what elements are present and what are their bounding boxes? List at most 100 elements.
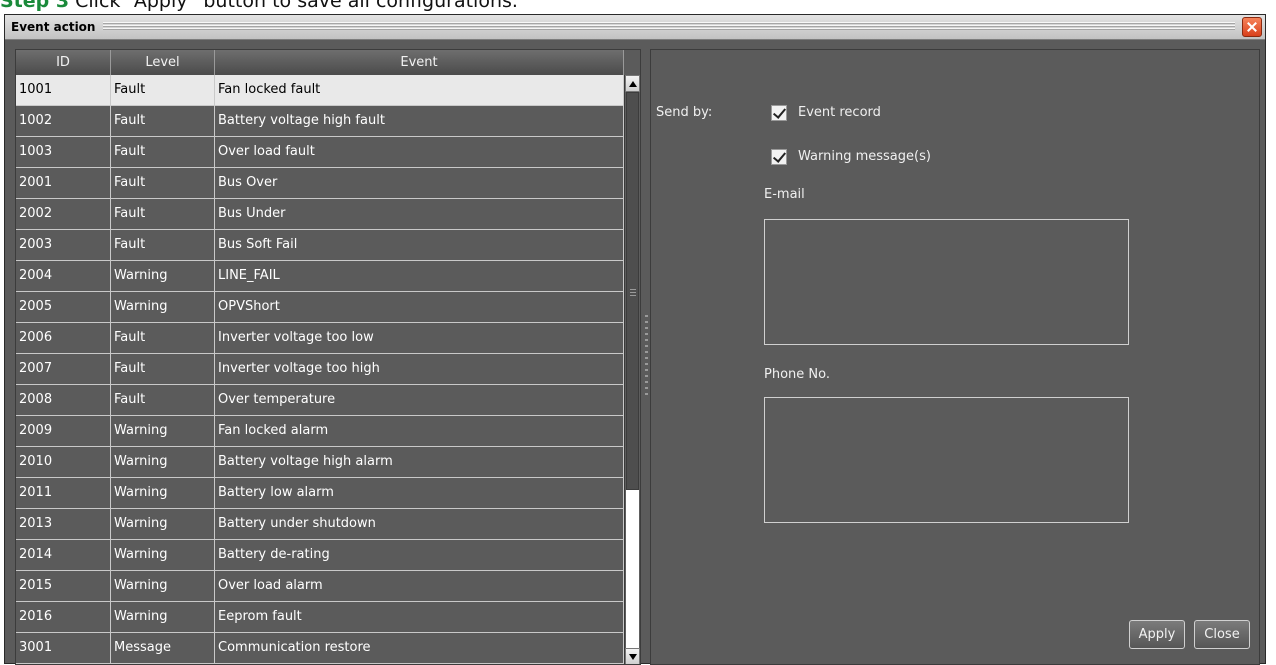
scroll-down-arrow-icon[interactable] (625, 648, 640, 664)
document-step-text: Step 3 Click “Apply” button to save all … (0, 0, 518, 15)
dialog-titlebar[interactable]: Event action (5, 15, 1265, 40)
cell-level: Fault (111, 354, 215, 385)
table-row[interactable]: 2008 Fault Over temperature (16, 385, 624, 416)
table-body: 1001 Fault Fan locked fault 1002 Fault Batter… (16, 75, 624, 664)
cell-id: 2011 (16, 478, 111, 509)
step-number: Step 3 (0, 0, 70, 12)
cell-id: 3001 (16, 633, 111, 664)
cell-event: Bus Under (215, 199, 624, 230)
cell-id: 2016 (16, 602, 111, 633)
cell-event: OPVShort (215, 292, 624, 323)
cell-level: Warning (111, 571, 215, 602)
table-row[interactable]: 2007 Fault Inverter voltage too high (16, 354, 624, 385)
cell-level: Fault (111, 199, 215, 230)
email-label: E-mail (764, 187, 805, 202)
table-row[interactable]: 2011 Warning Battery low alarm (16, 478, 624, 509)
event-record-checkbox[interactable] (771, 105, 787, 121)
table-row[interactable]: 2004 Warning LINE_FAIL (16, 261, 624, 292)
warning-messages-label[interactable]: Warning message(s) (798, 149, 931, 165)
column-header-level[interactable]: Level (111, 50, 215, 75)
cell-event: Communication restore (215, 633, 624, 664)
table-row[interactable]: 1001 Fault Fan locked fault (16, 75, 624, 106)
table-header: ID Level Event (16, 50, 624, 75)
event-table: ID Level Event 1001 Fault Fan locked fault… (15, 49, 641, 665)
cell-event: Over load fault (215, 137, 624, 168)
table-row[interactable]: 2009 Warning Fan locked alarm (16, 416, 624, 447)
cell-id: 2008 (16, 385, 111, 416)
table-row[interactable]: 2014 Warning Battery de-rating (16, 540, 624, 571)
scrollbar-track[interactable] (626, 490, 639, 648)
send-by-label: Send by: (656, 105, 713, 120)
column-header-event[interactable]: Event (215, 50, 624, 75)
cell-event: Battery low alarm (215, 478, 624, 509)
event-action-dialog: Event action ID Level Event 1001 Fault Fan… (4, 14, 1266, 665)
step-instruction: Click “Apply” button to save all configu… (75, 0, 518, 12)
cell-event: Battery voltage high alarm (215, 447, 624, 478)
close-button[interactable]: Close (1194, 620, 1250, 649)
cell-id: 2013 (16, 509, 111, 540)
table-row[interactable]: 2006 Fault Inverter voltage too low (16, 323, 624, 354)
scrollbar-grip-icon (630, 289, 636, 296)
cell-level: Message (111, 633, 215, 664)
cell-event: LINE_FAIL (215, 261, 624, 292)
cell-event: Inverter voltage too high (215, 354, 624, 385)
cell-level: Fault (111, 168, 215, 199)
cell-level: Fault (111, 230, 215, 261)
table-row[interactable]: 2010 Warning Battery voltage high alarm (16, 447, 624, 478)
table-row[interactable]: 2002 Fault Bus Under (16, 199, 624, 230)
warning-messages-checkbox[interactable] (771, 149, 787, 165)
cell-event: Fan locked fault (215, 75, 624, 106)
phone-label: Phone No. (764, 367, 830, 382)
cell-level: Fault (111, 106, 215, 137)
table-row[interactable]: 2016 Warning Eeprom fault (16, 602, 624, 633)
table-row[interactable]: 2005 Warning OPVShort (16, 292, 624, 323)
close-icon[interactable] (1242, 17, 1262, 37)
apply-button[interactable]: Apply (1129, 620, 1185, 649)
cell-level: Warning (111, 540, 215, 571)
send-options-panel: Send by: Event record Warning message(s)… (650, 49, 1260, 665)
cell-id: 2010 (16, 447, 111, 478)
table-row[interactable]: 1003 Fault Over load fault (16, 137, 624, 168)
cell-level: Warning (111, 602, 215, 633)
cell-event: Battery voltage high fault (215, 106, 624, 137)
cell-level: Warning (111, 478, 215, 509)
cell-id: 1001 (16, 75, 111, 106)
cell-event: Battery de-rating (215, 540, 624, 571)
table-scrollbar[interactable] (624, 75, 640, 664)
cell-event: Over temperature (215, 385, 624, 416)
cell-event: Bus Soft Fail (215, 230, 624, 261)
cell-event: Fan locked alarm (215, 416, 624, 447)
column-header-id[interactable]: ID (16, 50, 111, 75)
scrollbar-thumb[interactable] (626, 92, 639, 490)
table-row[interactable]: 3001 Message Communication restore (16, 633, 624, 664)
cell-id: 1003 (16, 137, 111, 168)
table-row[interactable]: 2003 Fault Bus Soft Fail (16, 230, 624, 261)
cell-level: Warning (111, 261, 215, 292)
cell-level: Warning (111, 509, 215, 540)
email-field[interactable] (764, 219, 1129, 345)
cell-id: 2014 (16, 540, 111, 571)
cell-id: 2005 (16, 292, 111, 323)
table-row[interactable]: 2001 Fault Bus Over (16, 168, 624, 199)
titlebar-grip (103, 22, 1235, 31)
dialog-title: Event action (11, 15, 100, 39)
cell-level: Fault (111, 323, 215, 354)
cell-id: 2002 (16, 199, 111, 230)
cell-level: Warning (111, 447, 215, 478)
cell-level: Warning (111, 416, 215, 447)
cell-id: 2003 (16, 230, 111, 261)
phone-field[interactable] (764, 397, 1129, 523)
split-pane-divider[interactable] (645, 315, 648, 397)
cell-level: Fault (111, 137, 215, 168)
table-row[interactable]: 2013 Warning Battery under shutdown (16, 509, 624, 540)
table-row[interactable]: 2015 Warning Over load alarm (16, 571, 624, 602)
table-row[interactable]: 1002 Fault Battery voltage high fault (16, 106, 624, 137)
cell-event: Over load alarm (215, 571, 624, 602)
event-record-label[interactable]: Event record (798, 105, 881, 121)
cell-event: Battery under shutdown (215, 509, 624, 540)
cell-id: 2001 (16, 168, 111, 199)
cell-id: 2009 (16, 416, 111, 447)
cell-level: Fault (111, 75, 215, 106)
scroll-up-arrow-icon[interactable] (625, 75, 640, 92)
cell-event: Inverter voltage too low (215, 323, 624, 354)
